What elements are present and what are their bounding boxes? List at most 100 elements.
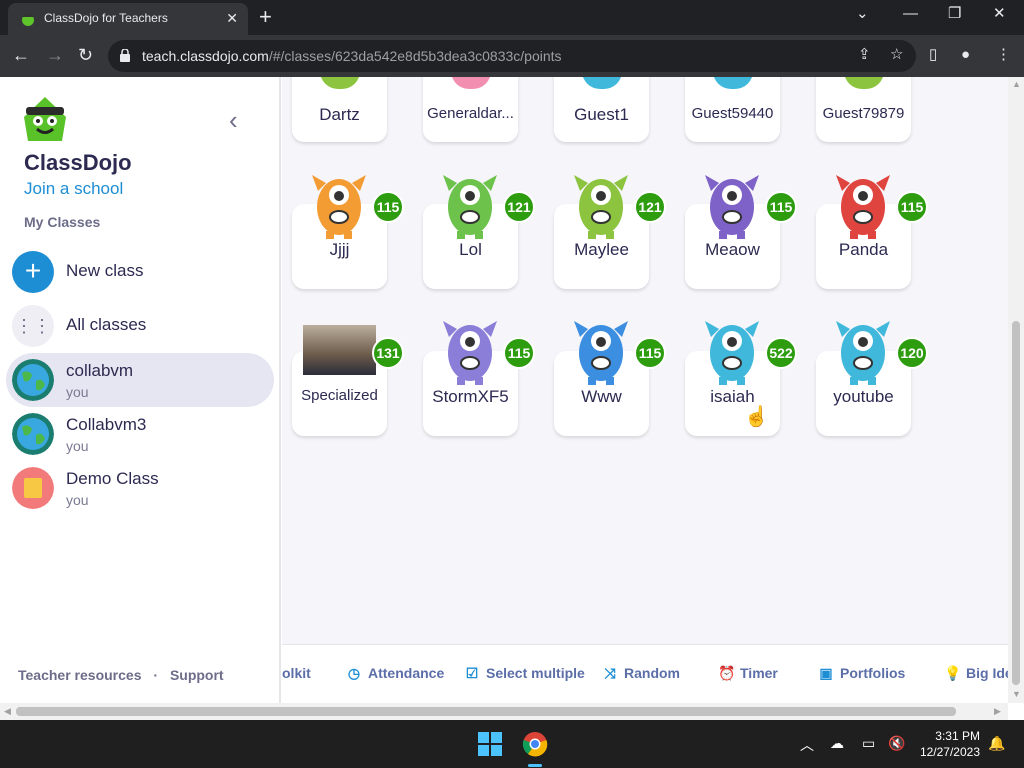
timer-button[interactable]: ⏰ Timer — [718, 665, 778, 682]
collapse-sidebar-icon[interactable]: ‹ — [229, 105, 238, 136]
class-toolbar: olkit ◷ Attendance ☑ Select multiple ⤨ Rand… — [282, 644, 1008, 703]
random-label: Random — [624, 665, 680, 681]
restore-icon[interactable]: ❐ — [948, 4, 961, 24]
url-host: teach.classdojo.com — [142, 48, 269, 64]
select-multiple-button[interactable]: ☑ Select multiple — [464, 665, 585, 682]
window-close-icon[interactable]: ✕ — [993, 4, 1006, 24]
checkbox-icon: ☑ — [465, 665, 479, 681]
scroll-left-icon[interactable]: ◀ — [4, 706, 11, 717]
sidebar-footer: Teacher resources · Support — [18, 667, 224, 683]
back-icon[interactable]: ← — [12, 43, 30, 67]
student-name: youtube — [833, 387, 894, 406]
lock-icon — [120, 49, 130, 62]
points-badge: 115 — [634, 337, 666, 369]
class-owner: you — [66, 438, 89, 454]
volume-muted-icon[interactable]: 🔇 — [888, 735, 905, 752]
sidebar-item-collabvm3[interactable]: Collabvm3 you — [6, 407, 274, 461]
globe-icon — [12, 359, 54, 401]
grid-icon: ⋮⋮ — [12, 305, 54, 347]
forward-icon[interactable]: → — [46, 43, 64, 67]
scroll-up-icon[interactable]: ▲ — [1012, 79, 1021, 89]
clock-date: 12/27/2023 — [919, 745, 980, 759]
scroll-right-icon[interactable]: ▶ — [994, 706, 1001, 717]
points-badge: 121 — [503, 191, 535, 223]
cloud-offline-icon[interactable]: ☁ — [830, 735, 844, 752]
menu-icon[interactable]: ⋮ — [996, 45, 1011, 65]
profile-icon[interactable]: ● — [961, 45, 970, 65]
my-classes-heading: My Classes — [24, 214, 101, 230]
class-owner: you — [66, 492, 89, 508]
toolkit-button[interactable]: olkit — [282, 665, 311, 681]
student-name: StormXF5 — [432, 387, 509, 406]
url-path: /#/classes/623da542e8d5b3dea3c0833c/poin… — [268, 48, 562, 64]
big-ideas-button[interactable]: 💡Big Ide — [944, 665, 1008, 682]
browser-tab[interactable]: ClassDojo for Teachers ✕ — [8, 3, 248, 35]
classdojo-favicon-icon — [22, 14, 34, 26]
portfolios-button[interactable]: ▣ Portfolios — [818, 665, 905, 682]
classdojo-logo-icon — [24, 97, 66, 141]
sticky-note-icon — [12, 467, 54, 509]
horizontal-scroll-thumb[interactable] — [16, 707, 956, 716]
support-link[interactable]: Support — [170, 667, 224, 683]
portfolios-label: Portfolios — [840, 665, 906, 681]
student-name: Www — [581, 387, 622, 406]
all-classes-label: All classes — [66, 315, 147, 334]
brand-name: ClassDojo — [24, 150, 132, 175]
tray-chevron-icon[interactable]: ︿ — [800, 735, 814, 755]
class-name: Collabvm3 — [66, 415, 147, 434]
active-app-indicator — [528, 764, 542, 767]
attendance-button[interactable]: ◷ Attendance — [346, 665, 444, 682]
monster-avatar-icon — [834, 315, 892, 390]
notification-bell-icon[interactable]: 🔔 — [988, 735, 1005, 752]
attendance-label: Attendance — [368, 665, 445, 681]
vertical-scroll-thumb[interactable] — [1012, 321, 1020, 685]
clock-time: 3:31 PM — [935, 729, 980, 743]
class-owner: you — [66, 384, 89, 400]
points-badge: 115 — [896, 191, 928, 223]
points-badge: 120 — [896, 337, 928, 369]
chrome-icon[interactable] — [522, 731, 548, 757]
select-multiple-label: Select multiple — [486, 665, 585, 681]
random-button[interactable]: ⤨ Random — [602, 665, 680, 682]
class-name: Demo Class — [66, 469, 159, 488]
teacher-resources-link[interactable]: Teacher resources — [18, 667, 141, 683]
points-badge: 522 — [765, 337, 797, 369]
vertical-scrollbar[interactable]: ▲ ▼ — [1008, 77, 1024, 703]
new-class-label: New class — [66, 261, 144, 280]
network-icon[interactable]: ▭ — [862, 735, 875, 752]
horizontal-scrollbar[interactable]: ◀ ▶ — [0, 703, 1008, 720]
student-grid: Dartz Generaldar... Guest1 Guest59440 Guest7… — [282, 77, 1008, 644]
url-text: teach.classdojo.com/#/classes/623da542e8… — [142, 48, 562, 64]
taskbar-clock[interactable]: 3:31 PM 12/27/2023 — [920, 728, 980, 760]
student-name: Guest1 — [574, 105, 629, 124]
bookmark-star-icon[interactable]: ☆ — [890, 45, 903, 65]
alarm-clock-icon: ⏰ — [718, 665, 736, 681]
scroll-down-icon[interactable]: ▼ — [1012, 689, 1021, 699]
browser-window: ClassDojo for Teachers ✕ + ⌄ — ❐ ✕ ← → ↻… — [0, 0, 1024, 768]
sidebar-item-demo-class[interactable]: Demo Class you — [6, 461, 274, 515]
sidebar-item-collabvm[interactable]: collabvm you — [6, 353, 274, 407]
join-school-link[interactable]: Join a school — [24, 179, 123, 199]
tab-search-icon[interactable]: ⌄ — [856, 4, 869, 24]
monster-avatar-icon — [703, 169, 761, 244]
points-badge: 131 — [372, 337, 404, 369]
sidebar: ‹ ClassDojo Join a school My Classes + N… — [0, 77, 281, 703]
all-classes-button[interactable]: ⋮⋮ All classes — [6, 299, 274, 353]
hand-cursor-icon: ☝ — [744, 406, 769, 428]
student-name: Dartz — [319, 105, 360, 124]
monster-avatar-icon — [572, 315, 630, 390]
new-class-button[interactable]: + New class — [6, 245, 274, 299]
reload-icon[interactable]: ↻ — [78, 43, 93, 67]
side-panel-icon[interactable]: ▯ — [929, 45, 937, 65]
share-icon[interactable]: ⇪ — [858, 45, 871, 65]
monster-avatar-icon — [703, 315, 761, 390]
tab-close-icon[interactable]: ✕ — [226, 9, 238, 27]
windows-start-icon[interactable] — [478, 732, 502, 756]
new-tab-icon[interactable]: + — [259, 4, 272, 30]
class-name: collabvm — [66, 361, 134, 380]
image-icon: ▣ — [819, 665, 833, 681]
lightbulb-icon: 💡 — [944, 665, 962, 681]
big-ideas-label: Big Ide — [966, 665, 1008, 681]
address-bar[interactable]: teach.classdojo.com/#/classes/623da542e8… — [108, 40, 916, 72]
minimize-icon[interactable]: — — [903, 4, 918, 24]
